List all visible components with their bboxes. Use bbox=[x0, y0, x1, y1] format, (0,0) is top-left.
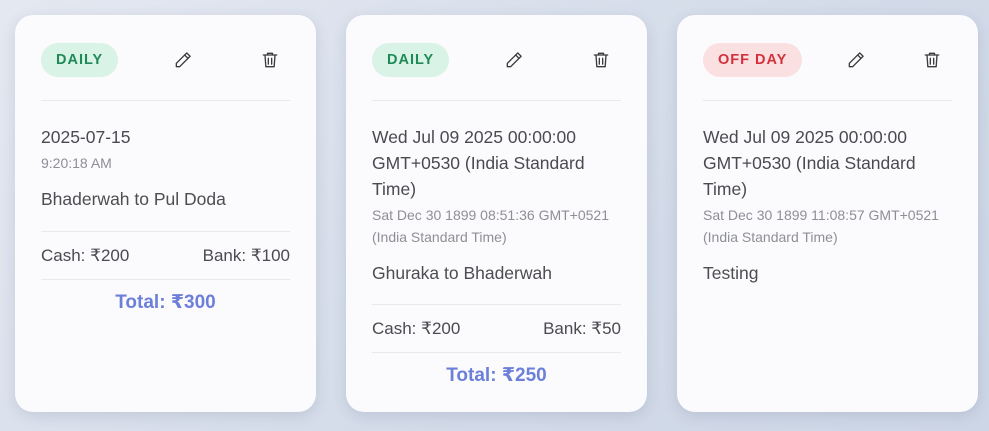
card-header: DAILY bbox=[372, 43, 621, 77]
divider bbox=[41, 279, 290, 280]
pencil-icon[interactable] bbox=[503, 49, 525, 71]
status-badge: DAILY bbox=[41, 43, 119, 77]
status-badge: OFF DAY bbox=[703, 43, 803, 77]
entry-date: Wed Jul 09 2025 00:00:00 GMT+0530 (India… bbox=[703, 127, 916, 199]
entry-route: Ghuraka to Bhaderwah bbox=[372, 263, 552, 283]
trash-icon[interactable] bbox=[590, 49, 612, 71]
entry-route: Testing bbox=[703, 263, 759, 283]
card-header: OFF DAY bbox=[703, 43, 952, 77]
divider bbox=[41, 100, 290, 101]
trash-icon[interactable] bbox=[259, 49, 281, 71]
divider bbox=[372, 352, 621, 353]
total-amount: Total: ₹250 bbox=[446, 365, 547, 386]
amounts-row: Cash: ₹200 Bank: ₹100 bbox=[41, 232, 290, 279]
divider bbox=[372, 100, 621, 101]
status-badge: DAILY bbox=[372, 43, 450, 77]
total-amount: Total: ₹300 bbox=[115, 292, 216, 313]
amounts-row: Cash: ₹200 Bank: ₹50 bbox=[372, 305, 621, 352]
entry-date: 2025-07-15 bbox=[41, 127, 131, 147]
entry-time: Sat Dec 30 1899 11:08:57 GMT+0521 (India… bbox=[703, 207, 939, 245]
trash-icon[interactable] bbox=[921, 49, 943, 71]
bank-amount: Bank: ₹50 bbox=[543, 318, 621, 338]
bank-amount: Bank: ₹100 bbox=[202, 245, 290, 265]
pencil-icon[interactable] bbox=[172, 49, 194, 71]
cash-amount: Cash: ₹200 bbox=[41, 245, 130, 265]
entry-date: Wed Jul 09 2025 00:00:00 GMT+0530 (India… bbox=[372, 127, 585, 199]
entry-card: DAILY 2025-07-15 9:20:18 AM Bhaderwah to… bbox=[15, 15, 316, 412]
card-header: DAILY bbox=[41, 43, 290, 77]
pencil-icon[interactable] bbox=[845, 49, 867, 71]
entry-time: Sat Dec 30 1899 08:51:36 GMT+0521 (India… bbox=[372, 207, 609, 245]
cash-amount: Cash: ₹200 bbox=[372, 318, 461, 338]
divider bbox=[703, 100, 952, 101]
entry-route: Bhaderwah to Pul Doda bbox=[41, 189, 226, 209]
entry-card: DAILY Wed Jul 09 2025 00:00:00 GMT+0530 … bbox=[346, 15, 647, 412]
entry-card: OFF DAY Wed Jul 09 2025 00:00:00 GMT+053… bbox=[677, 15, 978, 412]
entry-time: 9:20:18 AM bbox=[41, 155, 112, 171]
